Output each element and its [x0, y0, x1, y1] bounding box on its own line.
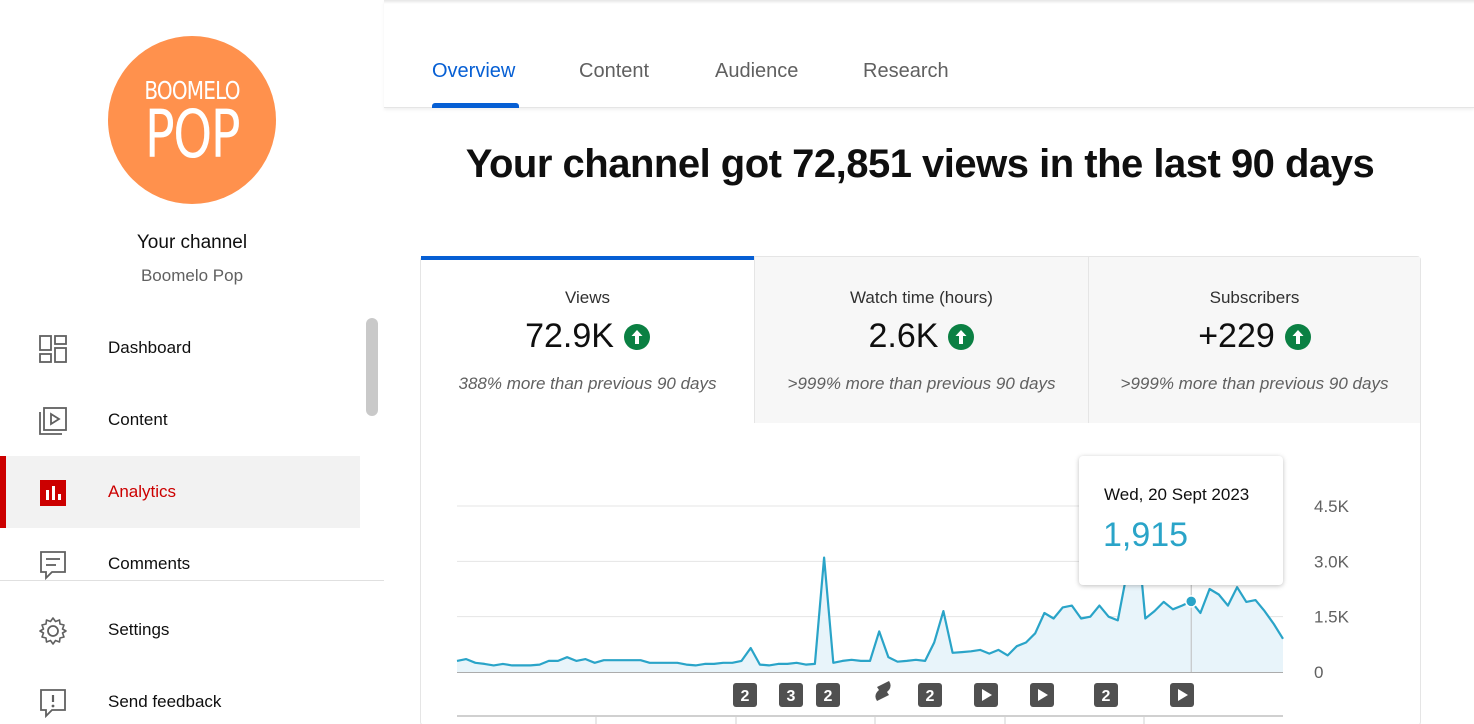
content-icon: [39, 407, 67, 435]
y-tick-label: 0: [1314, 663, 1323, 682]
channel-avatar[interactable]: BOOMELO POP: [108, 36, 276, 204]
sidebar-item-label: Comments: [108, 554, 191, 573]
trend-up-icon: [1284, 323, 1311, 350]
your-channel-title: Your channel: [136, 232, 248, 253]
shorts-marker-icon: [875, 681, 891, 701]
logo-line2: POP: [144, 96, 241, 173]
page-headline: Your channel got 72,851 views in the las…: [465, 142, 1375, 186]
sidebar-item-label: Send feedback: [108, 692, 222, 711]
sidebar-scrollbar[interactable]: [366, 318, 378, 416]
sidebar-item-analytics[interactable]: Analytics: [0, 456, 360, 528]
tab-audience[interactable]: Audience: [715, 60, 798, 83]
gear-icon: [39, 617, 67, 645]
comments-icon: [40, 551, 66, 580]
metric-title: Watch time (hours): [850, 288, 993, 307]
metric-comparison: >999% more than previous 90 days: [787, 374, 1056, 393]
metric-value: +229: [1198, 317, 1275, 355]
metric-title: Subscribers: [1209, 288, 1300, 307]
tab-content[interactable]: Content: [579, 60, 649, 83]
sidebar-item-label: Analytics: [108, 482, 177, 501]
metric-tab-views[interactable]: Views 72.9K 388% more than previous 90 d…: [421, 256, 754, 423]
metric-tab-watch-time[interactable]: Watch time (hours) 2.6K >999% more than …: [754, 257, 1088, 423]
metric-value-row: 72.9K: [421, 317, 754, 356]
tooltip-date: Wed, 20 Sept 2023: [1104, 485, 1250, 504]
metric-title: Views: [564, 288, 611, 307]
sidebar-item-label: Dashboard: [108, 338, 192, 357]
active-indicator: [0, 456, 6, 528]
sidebar-item-dashboard[interactable]: Dashboard: [0, 312, 360, 384]
trend-up-icon: [623, 323, 650, 350]
marker-count: 2: [741, 688, 750, 705]
analytics-icon: [40, 480, 66, 506]
sidebar-item-comments[interactable]: Comments: [0, 528, 360, 600]
tab-overview[interactable]: Overview: [432, 60, 515, 83]
active-metric-indicator: [421, 256, 754, 260]
y-tick-label: 1.5K: [1314, 608, 1350, 627]
tooltip-value: 1,915: [1103, 516, 1189, 554]
dashboard-icon: [39, 335, 67, 363]
metric-comparison: >999% more than previous 90 days: [1120, 374, 1389, 393]
marker-count: 2: [824, 688, 833, 705]
metric-comparison: 388% more than previous 90 days: [458, 374, 717, 393]
metric-value-row: +229: [1089, 317, 1420, 356]
sidebar-item-label: Settings: [108, 620, 170, 639]
sidebar-item-send-feedback[interactable]: Send feedback: [0, 666, 360, 724]
y-tick-label: 3.0K: [1314, 552, 1350, 571]
channel-name: Boomelo Pop: [140, 266, 244, 285]
hover-point: [1184, 595, 1198, 608]
marker-count: 3: [787, 688, 796, 705]
trend-up-icon: [948, 323, 975, 350]
active-tab-indicator: [432, 103, 519, 108]
sidebar-item-label: Content: [108, 410, 168, 429]
marker-count: 2: [926, 688, 935, 705]
tab-research[interactable]: Research: [863, 60, 949, 83]
metric-value: 72.9K: [525, 317, 614, 355]
metric-value: 2.6K: [868, 317, 939, 355]
marker-count: 2: [1102, 688, 1111, 705]
analytics-page: BOOMELO POP Your channel Boomelo Pop Das…: [0, 0, 1474, 724]
y-tick-label: 4.5K: [1314, 497, 1350, 516]
sidebar: BOOMELO POP Your channel Boomelo Pop Das…: [0, 0, 384, 724]
sidebar-divider: [0, 580, 384, 581]
analytics-tabs: Overview Content Audience Research: [384, 0, 1474, 108]
sidebar-item-settings[interactable]: Settings: [0, 594, 360, 666]
sidebar-item-content[interactable]: Content: [0, 384, 360, 456]
chart-tooltip: Wed, 20 Sept 2023 1,915: [1079, 456, 1283, 585]
metric-value-row: 2.6K: [755, 317, 1088, 356]
metric-tab-subscribers[interactable]: Subscribers +229 >999% more than previou…: [1088, 257, 1420, 423]
feedback-icon: [40, 689, 66, 718]
